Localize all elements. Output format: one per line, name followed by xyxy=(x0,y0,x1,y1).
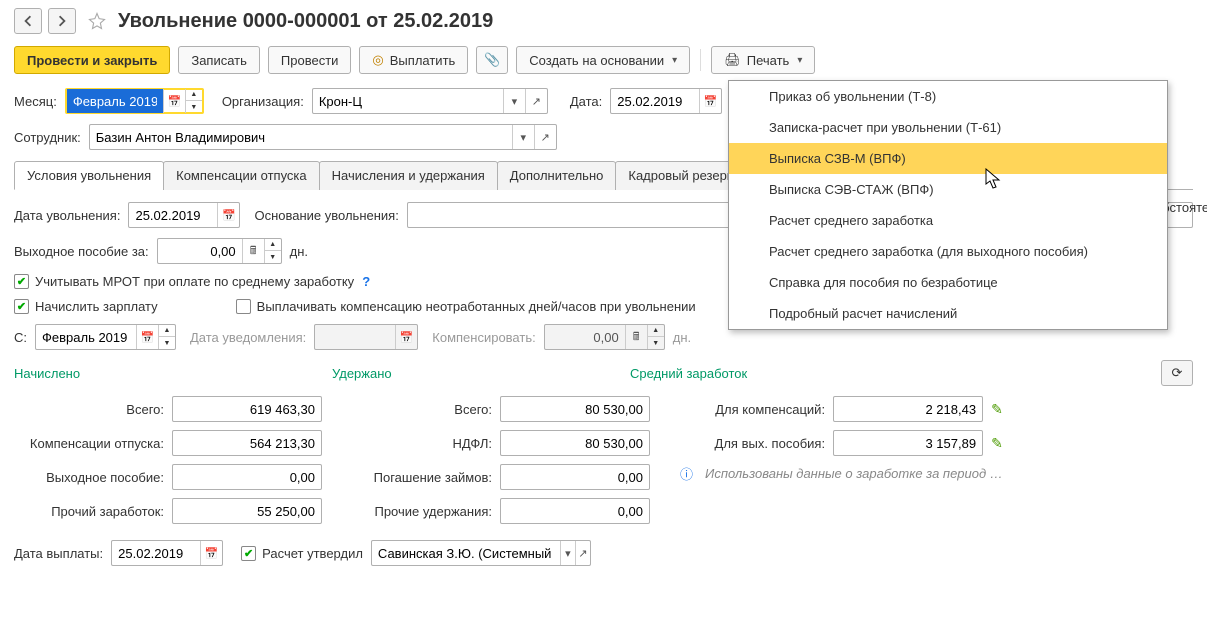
print-button[interactable]: 🖨Печать xyxy=(711,46,815,74)
avg-hint[interactable]: Использованы данные о заработке за перио… xyxy=(705,466,1003,481)
avg-head: Средний заработок xyxy=(630,366,1153,381)
org-field[interactable]: ▾ ↗ xyxy=(312,88,548,114)
calculator-icon[interactable]: 🖩 xyxy=(242,239,264,263)
tab-reserve[interactable]: Кадровый резерв xyxy=(615,161,746,190)
fire-date-label: Дата увольнения: xyxy=(14,208,120,223)
compensate-field: 🖩▲▼ xyxy=(544,324,665,350)
chk-salary[interactable]: ✔Начислить зарплату xyxy=(14,299,158,314)
print-item-avg[interactable]: Расчет среднего заработка xyxy=(729,205,1167,236)
basis-label: Основание увольнения: xyxy=(254,208,398,223)
paydate-label: Дата выплаты: xyxy=(14,546,103,561)
print-item-unemployment[interactable]: Справка для пособия по безработице xyxy=(729,267,1167,298)
employee-label: Сотрудник: xyxy=(14,130,81,145)
compensate-label: Компенсировать: xyxy=(432,330,535,345)
chevron-down-icon[interactable]: ▾ xyxy=(503,89,525,113)
favorite-star-icon[interactable] xyxy=(86,10,108,32)
refresh-icon: ⟳ xyxy=(1172,365,1183,381)
chk-approved[interactable]: ✔Расчет утвердил xyxy=(241,546,363,561)
notice-label: Дата уведомления: xyxy=(190,330,306,345)
coins-icon: ◎ xyxy=(372,52,383,68)
create-from-button[interactable]: Создать на основании xyxy=(516,46,690,74)
calendar-icon[interactable]: 📅 xyxy=(217,203,239,227)
save-button[interactable]: Записать xyxy=(178,46,260,74)
edit-icon[interactable]: ✎ xyxy=(991,401,1003,418)
nav-forward-button[interactable] xyxy=(48,8,76,34)
page-title: Увольнение 0000-000001 от 25.02.2019 xyxy=(118,10,493,33)
print-item-avg-sev[interactable]: Расчет среднего заработка (для выходного… xyxy=(729,236,1167,267)
post-button[interactable]: Провести xyxy=(268,46,352,74)
approved-field[interactable]: ▾↗ xyxy=(371,540,591,566)
allowance-field[interactable]: 🖩▲▼ xyxy=(157,238,282,264)
cursor-icon xyxy=(985,168,1003,190)
print-item-szvm[interactable]: Выписка СЗВ-М (ВПФ) xyxy=(729,143,1167,174)
refresh-button[interactable]: ⟳ xyxy=(1161,360,1193,386)
accrued-head: Начислено xyxy=(14,366,324,381)
allowance-label: Выходное пособие за: xyxy=(14,244,149,259)
nav-back-button[interactable] xyxy=(14,8,42,34)
info-icon: ⓘ xyxy=(680,464,693,483)
help-icon[interactable]: ? xyxy=(362,274,370,289)
tab-additional[interactable]: Дополнительно xyxy=(497,161,617,190)
date-label: Дата: xyxy=(570,94,602,109)
org-label: Организация: xyxy=(222,94,304,109)
attach-button[interactable]: 📎 xyxy=(476,46,508,74)
print-item-t61[interactable]: Записка-расчет при увольнении (Т-61) xyxy=(729,112,1167,143)
from-label: С: xyxy=(14,330,27,345)
fire-date-field[interactable]: 📅 xyxy=(128,202,240,228)
print-item-detailed[interactable]: Подробный расчет начислений xyxy=(729,298,1167,329)
pay-button[interactable]: ◎Выплатить xyxy=(359,46,468,74)
paydate-field[interactable]: 📅 xyxy=(111,540,223,566)
withheld-head: Удержано xyxy=(332,366,622,381)
tab-compensation[interactable]: Компенсации отпуска xyxy=(163,161,320,190)
open-icon[interactable]: ↗ xyxy=(534,125,556,149)
chk-compensate[interactable]: Выплачивать компенсацию неотработанных д… xyxy=(236,299,696,314)
post-and-close-button[interactable]: Провести и закрыть xyxy=(14,46,170,74)
month-field[interactable]: 📅 ▲▼ xyxy=(65,88,204,114)
chk-mrot[interactable]: ✔Учитывать МРОТ при оплате по среднему з… xyxy=(14,274,354,289)
chevron-down-icon[interactable]: ▼ xyxy=(186,101,202,113)
print-menu: Приказ об увольнении (Т-8) Записка-расче… xyxy=(728,80,1168,330)
from-field[interactable]: 📅▲▼ xyxy=(35,324,176,350)
calendar-icon[interactable]: 📅 xyxy=(163,89,185,113)
tab-conditions[interactable]: Условия увольнения xyxy=(14,161,164,190)
print-item-t8[interactable]: Приказ об увольнении (Т-8) xyxy=(729,81,1167,112)
chevron-down-icon[interactable]: ▾ xyxy=(512,125,534,149)
notice-field: 📅 xyxy=(314,324,418,350)
print-item-szvstazh[interactable]: Выписка СЭВ-СТАЖ (ВПФ) xyxy=(729,174,1167,205)
tab-accruals[interactable]: Начисления и удержания xyxy=(319,161,498,190)
calendar-icon[interactable]: 📅 xyxy=(136,325,158,349)
date-field[interactable]: 📅 xyxy=(610,88,722,114)
calendar-icon[interactable]: 📅 xyxy=(699,89,721,113)
chevron-up-icon[interactable]: ▲ xyxy=(186,89,202,101)
paperclip-icon: 📎 xyxy=(484,52,500,68)
edit-icon[interactable]: ✎ xyxy=(991,435,1003,452)
printer-icon: 🖨 xyxy=(724,52,741,68)
employee-field[interactable]: ▾ ↗ xyxy=(89,124,557,150)
month-label: Месяц: xyxy=(14,94,57,109)
open-icon[interactable]: ↗ xyxy=(525,89,547,113)
